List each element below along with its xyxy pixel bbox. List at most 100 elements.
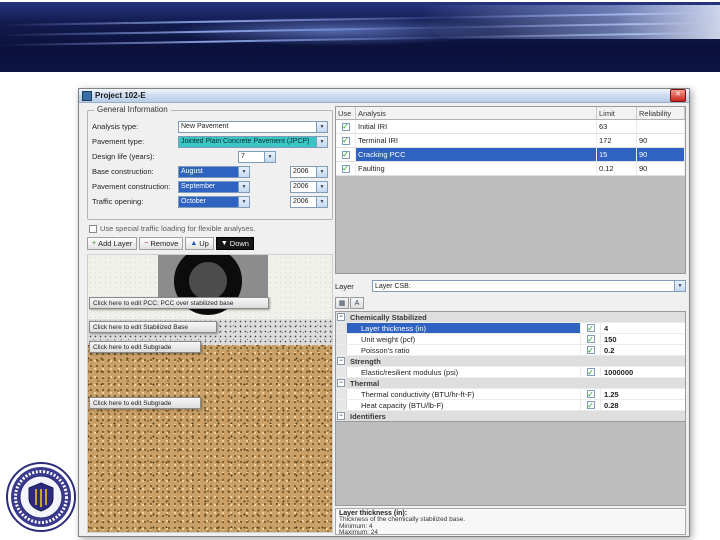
property-row[interactable]: Unit weight (pcf) ✓ 150 — [336, 334, 685, 345]
property-value[interactable]: 1.25 — [601, 389, 685, 399]
property-checkbox[interactable]: ✓ — [586, 346, 595, 354]
chevron-down-icon[interactable]: ▼ — [316, 166, 327, 177]
special-traffic-label: Use special traffic loading for flexible… — [100, 224, 256, 233]
field-label: Analysis type: — [92, 122, 139, 131]
property-name[interactable]: Thermal conductivity (BTU/hr-ft-F) — [347, 389, 581, 399]
pavement-type-dropdown[interactable]: Jointed Plain Concrete Pavement (JPCP) ▼ — [178, 135, 328, 148]
property-name[interactable]: Unit weight (pcf) — [347, 334, 581, 344]
collapse-icon[interactable]: − — [337, 379, 345, 387]
add-layer-button[interactable]: + Add Layer — [87, 237, 138, 250]
button-label: Up — [199, 239, 209, 248]
pavement-cross-section: Click here to edit PCC: PCC over stabili… — [87, 254, 333, 533]
edit-stabilized-base-button[interactable]: Click here to edit Stabilized Base — [89, 321, 217, 333]
categorized-view-icon[interactable]: ▦ — [335, 297, 349, 309]
chevron-down-icon[interactable]: ▼ — [238, 181, 249, 192]
category-row[interactable]: − Thermal — [336, 378, 685, 389]
property-row[interactable]: Elastic/resilient modulus (psi) ✓ 100000… — [336, 367, 685, 378]
property-checkbox[interactable]: ✓ — [586, 390, 595, 398]
property-value[interactable]: 1000000 — [601, 367, 685, 377]
table-row-selected[interactable]: ✓ Cracking PCC 15 90 — [336, 148, 685, 162]
property-name[interactable]: Poisson's ratio — [347, 345, 581, 355]
dropdown-value: August — [181, 168, 203, 175]
field-label: Base construction: — [92, 167, 154, 176]
table-row[interactable]: ✓ Initial IRI 63 — [336, 120, 685, 134]
chevron-down-icon[interactable]: ▼ — [238, 196, 249, 207]
base-construction-month-dropdown[interactable]: August ▼ — [178, 165, 250, 178]
chevron-down-icon[interactable]: ▼ — [264, 151, 275, 162]
chevron-down-icon[interactable]: ▼ — [674, 281, 685, 291]
collapse-icon[interactable]: − — [337, 357, 345, 365]
collapse-icon[interactable]: − — [337, 313, 345, 321]
category-name: Identifiers — [350, 411, 386, 421]
layer-selector-dropdown[interactable]: Layer CSB: ▼ — [372, 280, 686, 292]
chevron-down-icon[interactable]: ▼ — [316, 136, 327, 147]
button-label: Remove — [150, 239, 179, 248]
table-row[interactable]: ✓ Terminal IRI 172 90 — [336, 134, 685, 148]
property-checkbox[interactable]: ✓ — [586, 335, 595, 343]
pavement-construction-month-dropdown[interactable]: September ▼ — [178, 180, 250, 193]
field-design-life: Design life (years): 7 ▼ — [92, 149, 328, 164]
traffic-opening-month-dropdown[interactable]: October ▼ — [178, 195, 250, 208]
special-traffic-checkbox-row: Use special traffic loading for flexible… — [89, 224, 255, 233]
edit-pcc-button[interactable]: Click here to edit PCC: PCC over stabili… — [89, 297, 269, 309]
use-checkbox[interactable]: ✓ — [341, 150, 350, 159]
edit-subgrade-button[interactable]: Click here to edit Subgrade — [89, 397, 201, 409]
chevron-down-icon[interactable]: ▼ — [316, 181, 327, 192]
property-row[interactable]: Layer thickness (in) ✓ 4 — [336, 323, 685, 334]
property-row[interactable]: Heat capacity (BTU/lb-F) ✓ 0.28 — [336, 400, 685, 411]
use-checkbox[interactable]: ✓ — [341, 122, 350, 131]
dropdown-value: October — [181, 198, 206, 205]
subgrade-layer — [88, 345, 332, 532]
property-row[interactable]: Poisson's ratio ✓ 0.2 — [336, 345, 685, 356]
window-title: Project 102-E — [95, 91, 146, 100]
property-row[interactable]: Thermal conductivity (BTU/hr-ft-F) ✓ 1.2… — [336, 389, 685, 400]
design-life-dropdown[interactable]: 7 ▼ — [238, 150, 276, 163]
window-titlebar[interactable]: Project 102-E ✕ — [79, 89, 689, 103]
field-label: Traffic opening: — [92, 197, 144, 206]
analysis-cell: Initial IRI — [356, 120, 597, 133]
property-checkbox[interactable]: ✓ — [586, 368, 595, 376]
special-traffic-checkbox[interactable] — [89, 224, 97, 233]
dropdown-value: New Pavement — [181, 123, 229, 130]
dropdown-value: 2006 — [293, 168, 309, 175]
category-row[interactable]: − Strength — [336, 356, 685, 367]
reliability-cell: 90 — [637, 134, 685, 147]
chevron-down-icon[interactable]: ▼ — [238, 166, 249, 177]
app-window: Project 102-E ✕ General Information Anal… — [78, 88, 690, 537]
button-label: Add Layer — [98, 239, 133, 248]
layer-toolbar: + Add Layer − Remove ▲ Up ▼ Down — [87, 237, 254, 250]
property-value[interactable]: 150 — [601, 334, 685, 344]
property-name[interactable]: Elastic/resilient modulus (psi) — [347, 367, 581, 377]
table-header: Use Analysis Limit Reliability — [336, 107, 685, 120]
analysis-cell: Faulting — [356, 162, 597, 175]
traffic-opening-year-dropdown[interactable]: 2006 ▼ — [290, 195, 328, 208]
close-icon[interactable]: ✕ — [670, 89, 686, 102]
dropdown-value: September — [181, 183, 216, 190]
property-name[interactable]: Heat capacity (BTU/lb-F) — [347, 400, 581, 410]
base-construction-year-dropdown[interactable]: 2006 ▼ — [290, 165, 328, 178]
property-name[interactable]: Layer thickness (in) — [347, 323, 581, 333]
use-checkbox[interactable]: ✓ — [341, 164, 350, 173]
reliability-cell: 90 — [637, 148, 685, 161]
remove-layer-button[interactable]: − Remove — [139, 237, 184, 250]
property-checkbox[interactable]: ✓ — [586, 324, 595, 332]
table-row[interactable]: ✓ Faulting 0.12 90 — [336, 162, 685, 176]
field-analysis-type: Analysis type: New Pavement ▼ — [92, 119, 328, 134]
collapse-icon[interactable]: − — [337, 412, 345, 420]
property-value[interactable]: 0.28 — [601, 400, 685, 410]
move-down-button[interactable]: ▼ Down — [215, 237, 254, 250]
move-up-button[interactable]: ▲ Up — [185, 237, 214, 250]
field-label: Pavement construction: — [92, 182, 171, 191]
chevron-down-icon[interactable]: ▼ — [316, 196, 327, 207]
category-row[interactable]: − Chemically Stabilized — [336, 312, 685, 323]
use-checkbox[interactable]: ✓ — [341, 136, 350, 145]
chevron-down-icon[interactable]: ▼ — [316, 121, 327, 132]
property-checkbox[interactable]: ✓ — [586, 401, 595, 409]
property-value[interactable]: 4 — [601, 323, 685, 333]
alphabetical-view-icon[interactable]: A — [350, 297, 364, 309]
analysis-type-dropdown[interactable]: New Pavement ▼ — [178, 120, 328, 133]
category-name: Chemically Stabilized — [350, 312, 427, 322]
edit-subgrade-button[interactable]: Click here to edit Subgrade — [89, 341, 201, 353]
pavement-construction-year-dropdown[interactable]: 2006 ▼ — [290, 180, 328, 193]
property-value[interactable]: 0.2 — [601, 345, 685, 355]
